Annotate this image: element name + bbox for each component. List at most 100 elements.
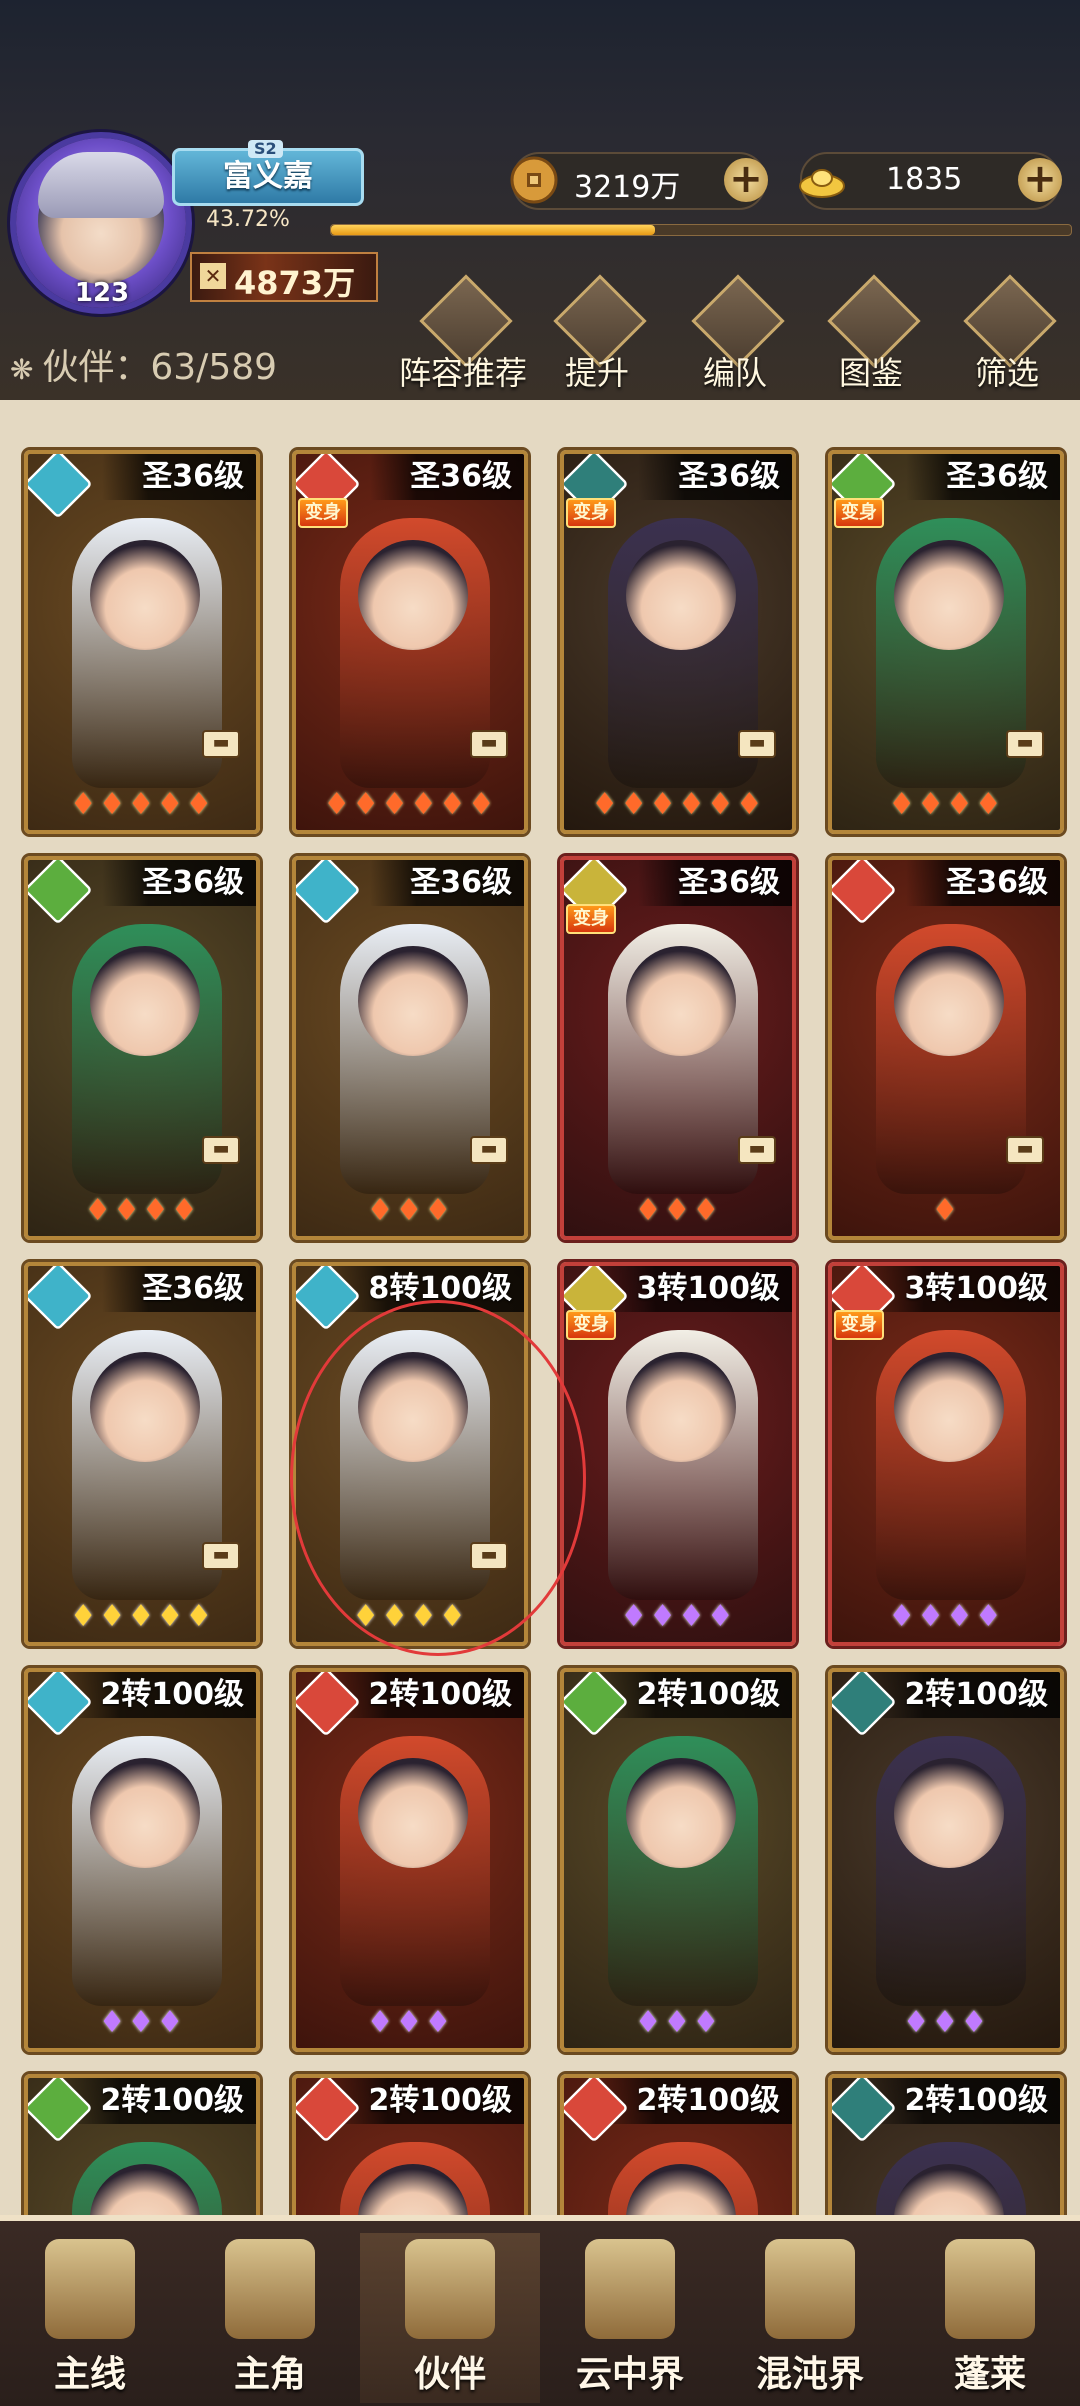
upgrade-button[interactable]: 提升: [542, 274, 652, 392]
character-head: [894, 540, 1004, 650]
star-icon: ♦: [69, 1599, 99, 1634]
player-level: 123: [74, 278, 130, 308]
partner-card[interactable]: 2转100级: [24, 2074, 260, 2220]
partner-count-text: 伙伴：63/589: [42, 347, 278, 388]
nav-mainline[interactable]: 主线: [0, 2233, 180, 2403]
partner-card[interactable]: 2转100级 ♦♦♦: [828, 1668, 1064, 2052]
star-rating: ♦♦♦♦♦♦: [564, 787, 792, 822]
partner-icon: ❋: [10, 353, 43, 386]
star-icon: ♦: [142, 1193, 171, 1228]
partner-card[interactable]: 圣36级 变身 ▬ ♦♦♦: [560, 856, 796, 1240]
card-level: 2转100级: [328, 1672, 524, 1718]
star-icon: ♦: [366, 1193, 396, 1228]
partner-card[interactable]: 圣36级 ▬ ♦♦♦♦♦: [24, 1262, 260, 1646]
star-rating: ♦♦♦: [28, 2005, 256, 2040]
partner-card[interactable]: 3转100级 变身 ♦♦♦♦: [828, 1262, 1064, 1646]
star-icon: ♦: [424, 2005, 454, 2040]
partner-grid: 圣36级 ▬ ♦♦♦♦♦ 圣36级 变身 ▬ ♦♦♦♦♦♦ 圣36级 变身 ▬ ♦♦♦♦♦♦ 圣36级…: [0, 420, 1080, 2220]
partner-card[interactable]: 2转100级: [560, 2074, 796, 2220]
character-head: [626, 1352, 736, 1462]
transform-badge: 变身: [834, 1310, 884, 1340]
partner-card[interactable]: 2转100级 ♦♦♦: [24, 1668, 260, 2052]
codex-button[interactable]: 图鉴: [816, 274, 926, 392]
nav-partner[interactable]: 伙伴: [360, 2233, 540, 2403]
top-header: 123 富义嘉 S2 43.72% ✕ 4873万 3219万 + 1835 +…: [0, 0, 1080, 400]
partner-card[interactable]: 2转100级: [292, 2074, 528, 2220]
nav-chaos-realm[interactable]: 混沌界: [720, 2233, 900, 2403]
hero-portrait-icon: [225, 2239, 315, 2339]
star-rating: ♦♦♦♦: [564, 1599, 792, 1634]
star-icon: ♦: [366, 2005, 396, 2040]
partner-card[interactable]: 圣36级 ▬ ♦♦♦: [292, 856, 528, 1240]
filter-button[interactable]: 筛选: [952, 274, 1062, 392]
coins-resource: 3219万 +: [510, 152, 768, 210]
card-level: 3转100级: [596, 1266, 792, 1312]
star-icon: ♦: [706, 1599, 736, 1634]
star-icon: ♦: [127, 2005, 157, 2040]
partner-card[interactable]: 圣36级 变身 ▬ ♦♦♦♦♦♦: [560, 450, 796, 834]
coins-value: 3219万: [574, 170, 681, 205]
star-icon: ♦: [960, 2005, 990, 2040]
star-icon: ♦: [735, 787, 765, 822]
equipment-icon: ▬: [470, 730, 508, 758]
star-rating: ♦♦♦: [296, 1193, 524, 1228]
formation-button[interactable]: 编队: [680, 274, 790, 392]
star-icon: ♦: [663, 2005, 693, 2040]
character-head: [626, 1758, 736, 1868]
red-annotation-circle: [290, 1300, 586, 1656]
star-icon: ♦: [663, 1193, 693, 1228]
card-level: 圣36级: [370, 454, 524, 500]
character-head: [626, 946, 736, 1056]
nav-penglai[interactable]: 蓬莱: [900, 2233, 1080, 2403]
card-level: 圣36级: [102, 1266, 256, 1312]
partner-card[interactable]: 圣36级 变身 ▬ ♦♦♦♦♦♦: [292, 450, 528, 834]
character-head: [894, 1758, 1004, 1868]
partner-card[interactable]: 2转100级 ♦♦♦: [560, 1668, 796, 2052]
star-icon: ♦: [692, 2005, 722, 2040]
lineup-recommend-button[interactable]: 阵容推荐: [399, 274, 527, 392]
partner-card[interactable]: 2转100级: [828, 2074, 1064, 2220]
star-icon: ♦: [946, 787, 975, 822]
card-level: 2转100级: [60, 2078, 256, 2124]
star-rating: ♦♦♦♦♦: [28, 1599, 256, 1634]
partner-card[interactable]: 圣36级 变身 ▬ ♦♦♦♦: [828, 450, 1064, 834]
nav-hero[interactable]: 主角: [180, 2233, 360, 2403]
star-icon: ♦: [424, 1193, 454, 1228]
star-icon: ♦: [649, 1599, 678, 1634]
bottom-nav: 主线 主角 伙伴 云中界 混沌界 蓬莱: [0, 2215, 1080, 2406]
star-rating: ♦♦♦♦: [28, 1193, 256, 1228]
character-head: [894, 1352, 1004, 1462]
nav-cloud-realm[interactable]: 云中界: [540, 2233, 720, 2403]
star-icon: ♦: [917, 787, 946, 822]
add-ingots-button[interactable]: +: [1018, 158, 1062, 202]
exp-percent: 43.72%: [206, 207, 290, 232]
partner-card[interactable]: 2转100级 ♦♦♦: [292, 1668, 528, 2052]
partner-count: ❋ 伙伴：63/589: [10, 338, 277, 390]
chaos-tower-icon: [765, 2239, 855, 2339]
star-icon: ♦: [706, 787, 736, 822]
equipment-icon: ▬: [1006, 1136, 1044, 1164]
character-head: [894, 946, 1004, 1056]
card-level: 圣36级: [102, 860, 256, 906]
partner-crown-icon: [405, 2239, 495, 2339]
star-icon: ♦: [156, 787, 186, 822]
player-avatar[interactable]: 123: [16, 138, 186, 308]
partner-card[interactable]: 圣36级 ▬ ♦♦♦♦: [24, 856, 260, 1240]
coin-icon: [510, 156, 558, 204]
transform-badge: 变身: [834, 498, 884, 528]
nav-chaos-realm-label: 混沌界: [755, 2354, 864, 2395]
crossed-swords-icon: [45, 2239, 135, 2339]
character-head: [358, 540, 468, 650]
add-coins-button[interactable]: +: [724, 158, 768, 202]
star-rating: ♦♦♦♦♦: [28, 787, 256, 822]
star-icon: ♦: [931, 2005, 961, 2040]
equipment-icon: ▬: [202, 730, 240, 758]
equipment-icon: ▬: [1006, 730, 1044, 758]
star-icon: ♦: [634, 1193, 664, 1228]
partner-card[interactable]: 3转100级 变身 ♦♦♦♦: [560, 1262, 796, 1646]
star-icon: ♦: [678, 787, 707, 822]
partner-card[interactable]: 圣36级 ▬ ♦: [828, 856, 1064, 1240]
star-icon: ♦: [323, 787, 353, 822]
partner-card[interactable]: 圣36级 ▬ ♦♦♦♦♦: [24, 450, 260, 834]
star-icon: ♦: [678, 1599, 707, 1634]
